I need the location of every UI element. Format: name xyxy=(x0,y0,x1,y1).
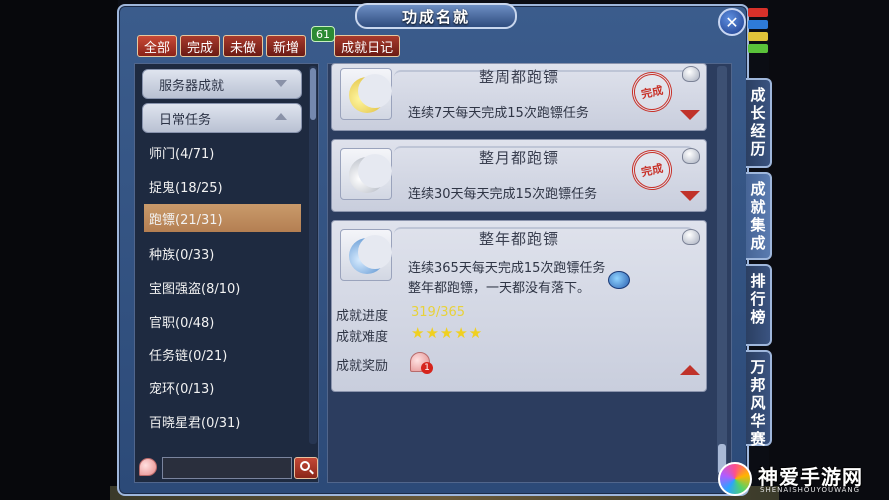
filter-tabs: 全部 完成 未做 新增 成就日记 xyxy=(137,35,401,57)
achievement-card[interactable]: 整月都跑镖 连续30天每天完成15次跑镖任务 完成 xyxy=(331,139,707,212)
tab-leaderboard-label: 排行榜 xyxy=(750,272,766,326)
category-server[interactable]: 服务器成就 xyxy=(142,69,302,99)
achievement-scrollbar[interactable] xyxy=(717,66,727,476)
chevron-up-icon xyxy=(275,113,287,120)
achievement-icon xyxy=(340,148,392,200)
tab-completed[interactable]: 完成 xyxy=(180,35,221,57)
category-daily[interactable]: 日常任务 xyxy=(142,103,302,133)
achievement-card[interactable]: 整周都跑镖 连续7天每天完成15次跑镖任务 完成 xyxy=(331,63,707,131)
tab-wanbang-contest[interactable]: 万邦风华赛 xyxy=(746,350,772,448)
difficulty-label: 成就难度 xyxy=(336,330,389,345)
list-item-shimen[interactable]: 师门(4/71) xyxy=(144,138,301,166)
achievement-desc: 连续7天每天完成15次跑镖任务 xyxy=(408,106,589,121)
new-count-badge: 61 xyxy=(311,26,335,42)
achievement-desc: 连续365天每天完成15次跑镖任务 xyxy=(408,261,606,276)
difficulty-stars: ★★★★★ xyxy=(411,324,484,342)
exp-bar xyxy=(748,44,768,53)
tab-all[interactable]: 全部 xyxy=(137,35,178,57)
reward-count-badge: 1 xyxy=(421,362,433,374)
search-input[interactable] xyxy=(162,457,292,479)
tab-leaderboard[interactable]: 排行榜 xyxy=(746,264,772,346)
tab-new[interactable]: 新增 xyxy=(266,35,307,57)
tab-achievement-set-label: 成就集成 xyxy=(750,180,766,252)
moon-icon xyxy=(349,74,392,113)
tab-not-done[interactable]: 未做 xyxy=(223,35,264,57)
tab-wanbang-contest-label: 万邦风华赛 xyxy=(750,358,766,448)
tab-growth-history[interactable]: 成长经历 xyxy=(746,78,772,168)
tab-achievement-set[interactable]: 成就集成 xyxy=(746,172,772,260)
gem-icon xyxy=(682,148,700,164)
chevron-down-icon xyxy=(275,80,287,87)
expand-arrow[interactable] xyxy=(680,110,700,120)
achievement-desc: 连续30天每天完成15次跑镖任务 xyxy=(408,187,598,202)
status-bars xyxy=(748,8,768,56)
hp-bar xyxy=(748,8,768,17)
collapse-arrow[interactable] xyxy=(680,365,700,375)
list-item-baixiao[interactable]: 百晓星君(0/31) xyxy=(144,407,301,435)
scroll-thumb[interactable] xyxy=(310,68,316,120)
progress-value: 319/365 xyxy=(411,305,466,320)
list-item-baotu[interactable]: 宝图强盗(8/10) xyxy=(144,273,301,301)
search-row xyxy=(136,456,318,480)
reward-label: 成就奖励 xyxy=(336,359,389,374)
list-item-paobiao[interactable]: 跑镖(21/31) xyxy=(144,204,301,232)
mp-bar xyxy=(748,20,768,29)
sp-bar xyxy=(748,32,768,41)
category-daily-label: 日常任务 xyxy=(159,112,212,128)
achievement-flavor: 整年都跑镖，一天都没有落下。 xyxy=(408,281,591,296)
peach-icon xyxy=(139,458,157,476)
gem-icon xyxy=(682,229,700,245)
moon-icon xyxy=(349,235,392,274)
category-server-label: 服务器成就 xyxy=(159,78,225,94)
list-item-zhuogui[interactable]: 捉鬼(18/25) xyxy=(144,172,301,200)
tab-growth-history-label: 成长经历 xyxy=(750,86,766,158)
list-item-renwulian[interactable]: 任务链(0/21) xyxy=(144,340,301,368)
background-right xyxy=(769,0,889,500)
achievement-icon xyxy=(340,68,392,120)
site-watermark: 神爱手游网 SHENAISHOUYOUWANG xyxy=(714,458,889,500)
search-button[interactable] xyxy=(294,457,318,479)
progress-label: 成就进度 xyxy=(336,309,389,324)
moon-icon xyxy=(349,154,392,193)
planet-icon xyxy=(608,271,630,289)
window-title: 功成名就 xyxy=(355,3,517,29)
tab-diary[interactable]: 成就日记 xyxy=(334,35,401,57)
watermark-subtext: SHENAISHOUYOUWANG xyxy=(760,486,861,494)
gem-icon xyxy=(682,66,700,82)
background-left xyxy=(0,0,118,500)
achievement-icon xyxy=(340,229,392,281)
expand-arrow[interactable] xyxy=(680,191,700,201)
list-item-chonghuan[interactable]: 宠环(0/13) xyxy=(144,373,301,401)
list-item-zhongzu[interactable]: 种族(0/33) xyxy=(144,239,301,267)
list-item-guanzhi[interactable]: 官职(0/48) xyxy=(144,307,301,335)
game-screen: 功成名就 ✕ 全部 完成 未做 新增 成就日记 61 服务器成就 日常任务 师门… xyxy=(0,0,889,500)
category-scrollbar[interactable] xyxy=(309,66,317,444)
logo-flower-icon xyxy=(718,462,752,496)
close-icon[interactable]: ✕ xyxy=(718,8,746,36)
